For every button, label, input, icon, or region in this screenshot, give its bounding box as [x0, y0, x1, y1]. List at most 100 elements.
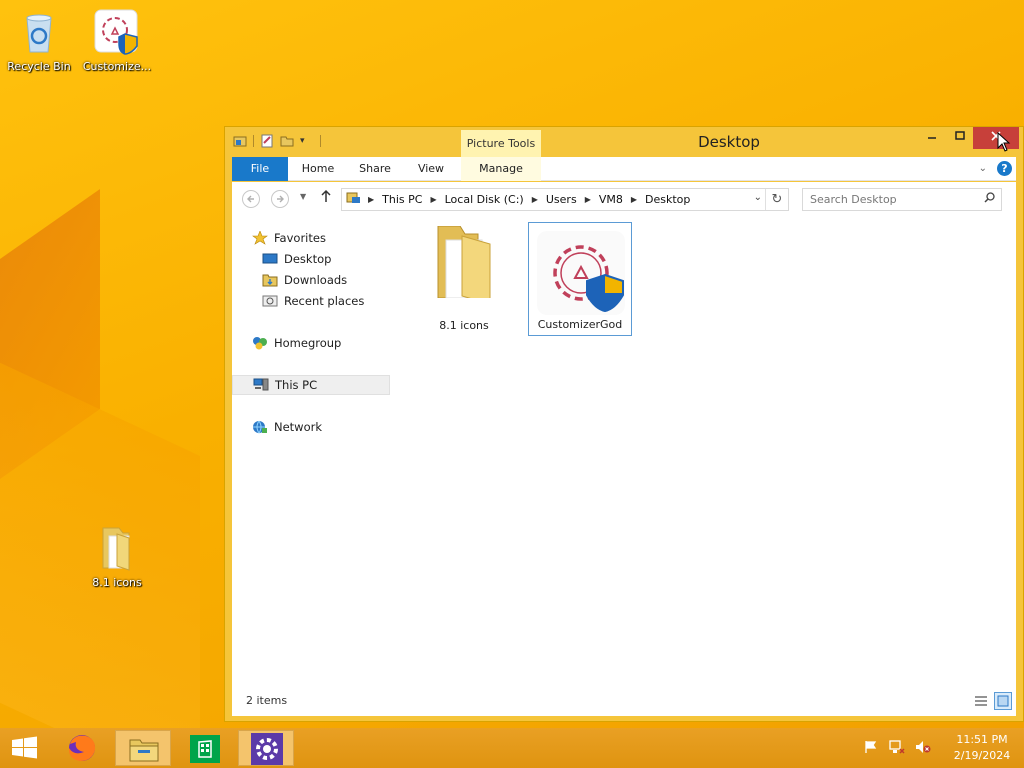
details-view-icon[interactable]: [972, 692, 990, 710]
start-button[interactable]: [0, 730, 50, 766]
ribbon-controls: ⌄ ?: [979, 161, 1012, 176]
taskbar: 11:51 PM 2/19/2024: [0, 728, 1024, 768]
forward-arrow-icon: [277, 195, 284, 203]
tab-share[interactable]: Share: [350, 157, 400, 181]
network-status-icon[interactable]: [888, 740, 906, 756]
windows-logo-icon: [12, 736, 37, 759]
status-bar: 2 items: [232, 682, 1016, 716]
mouse-cursor-icon: [997, 131, 1011, 152]
taskbar-store[interactable]: [177, 730, 233, 766]
back-button[interactable]: [242, 190, 260, 208]
close-button[interactable]: [973, 127, 1019, 149]
minimize-button[interactable]: [922, 127, 942, 149]
downloads-folder-icon: [262, 273, 278, 287]
refresh-button[interactable]: ↻: [765, 189, 788, 210]
breadcrumb-separator-icon[interactable]: ▶: [528, 195, 542, 204]
customizergod-app-icon: [537, 231, 625, 315]
navigation-pane: Favorites Desktop Downloads Recent place…: [232, 216, 390, 682]
nav-homegroup-label: Homegroup: [274, 336, 342, 350]
view-switcher: [972, 692, 1012, 710]
nav-desktop[interactable]: Desktop: [232, 249, 390, 269]
desktop-monitor-icon: [262, 252, 278, 266]
breadcrumb-local-disk[interactable]: Local Disk (C:): [441, 193, 528, 206]
refresh-icon: ↻: [771, 192, 783, 207]
help-icon[interactable]: ?: [997, 161, 1012, 176]
breadcrumb-separator-icon[interactable]: ▶: [581, 195, 595, 204]
file-list: 8.1 icons CustomizerGod: [402, 216, 1002, 682]
breadcrumb-desktop[interactable]: Desktop: [641, 193, 694, 206]
expand-ribbon-chevron-icon[interactable]: ⌄: [979, 163, 987, 174]
up-arrow-icon: [321, 189, 331, 202]
up-button[interactable]: [320, 189, 332, 207]
desktop-icon-label: 8.1 icons: [92, 576, 142, 589]
breadcrumb-separator-icon[interactable]: ▶: [364, 195, 378, 204]
forward-button[interactable]: [271, 190, 289, 208]
this-pc-location-icon: [346, 192, 364, 206]
network-icon: [252, 420, 268, 434]
nav-this-pc-label: This PC: [275, 378, 318, 392]
file-explorer-icon: [129, 739, 159, 762]
file-name: CustomizerGod: [537, 318, 623, 331]
nav-favorites-label: Favorites: [274, 231, 326, 245]
nav-network[interactable]: Network: [232, 417, 390, 437]
recent-locations-chevron-icon[interactable]: ▼: [300, 192, 306, 201]
search-input[interactable]: [803, 189, 973, 210]
nav-this-pc[interactable]: This PC: [232, 375, 390, 395]
nav-homegroup[interactable]: Homegroup: [232, 333, 390, 353]
search-icon[interactable]: [984, 192, 995, 206]
customizergod-app-icon: [93, 8, 141, 56]
nav-desktop-label: Desktop: [284, 252, 332, 266]
search-box[interactable]: [802, 188, 1002, 211]
breadcrumb-this-pc[interactable]: This PC: [378, 193, 426, 206]
nav-favorites[interactable]: Favorites: [232, 228, 390, 248]
desktop-icon-label: Customize...: [82, 60, 152, 73]
windows-store-icon: [190, 735, 220, 763]
clock-date: 2/19/2024: [953, 749, 1011, 762]
title-bar[interactable]: ▾ Picture Tools Desktop: [225, 127, 1023, 157]
file-item-folder[interactable]: 8.1 icons: [412, 222, 516, 336]
breadcrumb-users[interactable]: Users: [542, 193, 581, 206]
nav-downloads[interactable]: Downloads: [232, 270, 390, 290]
taskbar-firefox[interactable]: [54, 730, 110, 766]
volume-muted-icon[interactable]: [914, 740, 932, 756]
large-icons-view-icon[interactable]: [994, 692, 1012, 710]
breadcrumb-separator-icon[interactable]: ▶: [426, 195, 440, 204]
system-tray: 11:51 PM 2/19/2024: [862, 728, 1024, 768]
tab-home[interactable]: Home: [294, 157, 342, 181]
taskbar-file-explorer[interactable]: [115, 730, 171, 766]
computer-icon: [253, 378, 269, 392]
address-dropdown-chevron-icon[interactable]: ⌄: [754, 192, 762, 203]
folder-icon: [432, 225, 496, 305]
desktop-icon-folder[interactable]: 8.1 icons: [78, 524, 156, 589]
tab-manage[interactable]: Manage: [461, 157, 541, 181]
gear-icon: [251, 733, 283, 765]
recent-places-icon: [262, 294, 278, 308]
item-count: 2 items: [246, 694, 288, 707]
recycle-bin-icon: [15, 8, 63, 56]
nav-recent-places-label: Recent places: [284, 294, 365, 308]
explorer-window: ▾ Picture Tools Desktop File Home Share …: [224, 126, 1024, 722]
taskbar-customizergod[interactable]: [238, 730, 294, 766]
desktop-icon-customizergod[interactable]: Customize...: [78, 8, 156, 73]
homegroup-icon: [252, 336, 268, 350]
desktop-icon-recycle-bin[interactable]: Recycle Bin: [0, 8, 78, 73]
file-name: 8.1 icons: [439, 319, 489, 332]
breadcrumb-vm8[interactable]: VM8: [595, 193, 627, 206]
breadcrumb-separator-icon[interactable]: ▶: [627, 195, 641, 204]
file-item-customizergod[interactable]: CustomizerGod: [528, 222, 632, 336]
navigation-bar: ▼ ▶ This PC ▶ Local Disk (C:) ▶ Users ▶ …: [232, 182, 1016, 216]
action-center-flag-icon[interactable]: [862, 740, 880, 756]
nav-recent-places[interactable]: Recent places: [232, 291, 390, 311]
star-icon: [252, 230, 268, 245]
maximize-button[interactable]: [950, 127, 970, 149]
folder-icon: [93, 524, 141, 572]
nav-network-label: Network: [274, 420, 323, 434]
back-arrow-icon: [247, 195, 254, 203]
maximize-icon: [955, 131, 965, 140]
tab-view[interactable]: View: [406, 157, 456, 181]
tab-file[interactable]: File: [232, 157, 288, 181]
firefox-icon: [68, 735, 96, 761]
system-clock[interactable]: 11:51 PM 2/19/2024: [940, 732, 1024, 764]
address-bar[interactable]: ▶ This PC ▶ Local Disk (C:) ▶ Users ▶ VM…: [341, 188, 789, 211]
window-title: Desktop: [698, 133, 760, 151]
